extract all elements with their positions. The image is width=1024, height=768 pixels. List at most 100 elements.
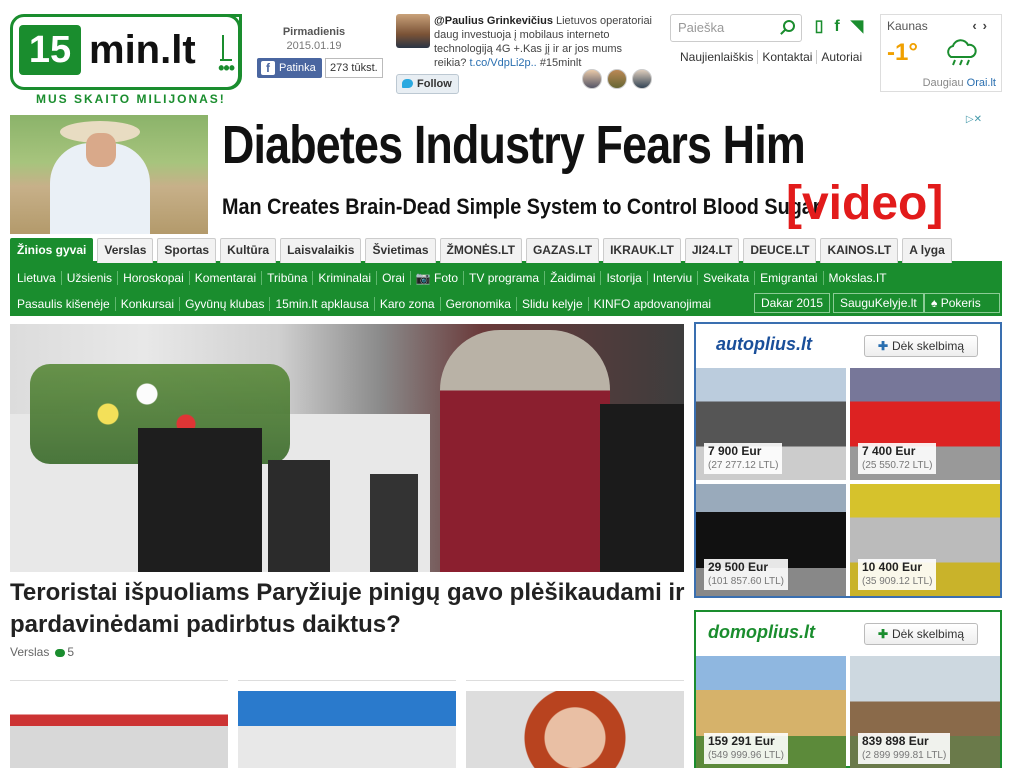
sub-nav-link[interactable]: Mokslas.IT: [824, 271, 892, 285]
nav-tab[interactable]: A lyga: [902, 238, 952, 263]
sub-nav-link[interactable]: Slidu kelyje: [517, 297, 589, 311]
top-links: Naujienlaiškis Kontaktai Autoriai: [676, 50, 866, 64]
nav-tab[interactable]: Verslas: [97, 238, 154, 263]
add-listing-button[interactable]: ✚ Dėk skelbimą: [864, 623, 978, 645]
domoplius-logo[interactable]: domoplius.lt: [708, 622, 815, 643]
nav-tab[interactable]: KAINOS.LT: [820, 238, 899, 263]
sub-nav-link[interactable]: TV programa: [464, 271, 546, 285]
author-avatar[interactable]: [607, 69, 627, 89]
sub-nav-link[interactable]: Emigrantai: [755, 271, 824, 285]
sub-nav-link[interactable]: Lietuva: [12, 271, 62, 285]
sub-nav-link[interactable]: Horoskopai: [118, 271, 190, 285]
sub-nav-link[interactable]: Sveikata: [698, 271, 756, 285]
comment-count[interactable]: 5: [67, 645, 74, 659]
facebook-icon: f: [261, 61, 275, 75]
sub-nav-link[interactable]: Pasaulis kišenėje: [12, 297, 116, 311]
logo-text: min.lt: [89, 28, 196, 72]
rss-icon[interactable]: ◥: [850, 18, 864, 36]
date: 2015.01.19: [286, 40, 342, 52]
main-story-image[interactable]: [10, 324, 684, 572]
sub-nav-link[interactable]: Žaidimai: [545, 271, 602, 285]
weather-nav-arrows[interactable]: ‹›: [972, 18, 993, 33]
sub-nav-link[interactable]: Interviu: [648, 271, 699, 285]
main-headline[interactable]: Teroristai išpuoliams Paryžiuje pinigų g…: [10, 577, 690, 641]
search-input[interactable]: Paieška: [670, 14, 802, 42]
sub-nav-row: Pasaulis kišenėje Konkursai Gyvūnų klubas 1…: [12, 291, 716, 317]
nav-tab[interactable]: Švietimas: [365, 238, 436, 263]
car-listing[interactable]: 29 500 Eur (101 857.60 LTL): [696, 484, 846, 596]
sub-nav-link[interactable]: Komentarai: [190, 271, 263, 285]
weekday: Pirmadienis: [282, 26, 346, 38]
sub-nav-link[interactable]: 15min.lt apklausa: [270, 297, 375, 311]
tweet-link[interactable]: t.co/VdpLi2p..: [469, 57, 536, 69]
sub-nav-link[interactable]: Kriminalai: [313, 271, 378, 285]
tweet-author[interactable]: @Paulius Grinkevičius: [434, 15, 553, 27]
comment-icon: [55, 648, 66, 657]
weather-city: Kaunas: [887, 19, 928, 33]
weather-widget: Kaunas ‹› -1° Daugiau Orai.lt: [880, 14, 1002, 92]
sub-nav-link[interactable]: Karo zona: [375, 297, 441, 311]
author-avatar[interactable]: [582, 69, 602, 89]
story-meta: Verslas 5: [10, 645, 74, 659]
nav-tab[interactable]: DEUCE.LT: [743, 238, 817, 263]
twitter-bird-icon: [402, 79, 413, 88]
tweet-author-avatar[interactable]: [396, 14, 430, 48]
sub-nav-link[interactable]: Konkursai: [116, 297, 181, 311]
mobile-icon[interactable]: ▯: [812, 18, 826, 36]
ad-choices-icon[interactable]: ▷✕: [950, 114, 982, 128]
sub-nav-link[interactable]: Orai: [377, 271, 411, 285]
facebook-icon[interactable]: f: [830, 18, 844, 36]
ad-title[interactable]: Diabetes Industry Fears Him: [222, 114, 806, 176]
sub-nav-link[interactable]: 📷 Foto: [411, 271, 465, 285]
tweet-hashtag[interactable]: #15minlt: [540, 57, 582, 69]
nav-tab[interactable]: Žinios gyvai: [10, 238, 94, 263]
main-nav-tabs: Žinios gyvai Verslas Sportas Kultūra Laisval…: [10, 238, 1002, 264]
nav-tab[interactable]: IKRAUK.LT: [603, 238, 681, 263]
facebook-like-count: 273 tūkst.: [325, 58, 383, 78]
nav-tab[interactable]: Sportas: [157, 238, 217, 263]
car-listing[interactable]: 7 400 Eur (25 550.72 LTL): [850, 368, 1000, 480]
clock-icon: •••: [199, 14, 241, 90]
story-category[interactable]: Verslas: [10, 645, 49, 659]
sub-nav-link[interactable]: Istorija: [601, 271, 648, 285]
authors-link[interactable]: Autoriai: [817, 50, 866, 64]
sub-nav-link[interactable]: Tribūna: [262, 271, 314, 285]
author-avatar[interactable]: [632, 69, 652, 89]
weather-more-link[interactable]: Daugiau Orai.lt: [923, 77, 996, 89]
twitter-follow-button[interactable]: Follow: [396, 74, 459, 94]
house-listing[interactable]: 159 291 Eur (549 999.96 LTL): [696, 656, 846, 768]
nav-tab[interactable]: Kultūra: [220, 238, 277, 263]
add-listing-button[interactable]: ✚ Dėk skelbimą: [864, 335, 978, 357]
contacts-link[interactable]: Kontaktai: [758, 50, 818, 64]
nav-tab[interactable]: GAZAS.LT: [525, 238, 600, 263]
story-thumbnail[interactable]: [238, 680, 456, 768]
sub-nav-link[interactable]: Užsienis: [62, 271, 119, 285]
house-listing[interactable]: 839 898 Eur (2 899 999.81 LTL): [850, 656, 1000, 768]
site-logo[interactable]: 15 min.lt •••: [10, 14, 242, 90]
ad-image[interactable]: [10, 115, 208, 234]
ad-video-label[interactable]: [video]: [786, 176, 943, 232]
sub-nav-link[interactable]: KINFO apdovanojimai: [589, 297, 716, 311]
autoplius-logo[interactable]: autoplius.lt: [716, 334, 812, 355]
tweet: @Paulius Grinkevičius Lietuvos operatori…: [434, 14, 656, 70]
car-listing[interactable]: 10 400 Eur (35 909.12 LTL): [850, 484, 1000, 596]
facebook-like-button[interactable]: f Patinka: [257, 58, 322, 78]
car-listing[interactable]: 7 900 Eur (27 277.12 LTL): [696, 368, 846, 480]
dakar-button[interactable]: Dakar 2015: [754, 293, 831, 313]
story-thumbnail[interactable]: [466, 680, 684, 768]
search-icon[interactable]: [783, 20, 795, 32]
nav-tab[interactable]: Laisvalaikis: [280, 238, 362, 263]
weather-temp: -1°: [887, 39, 918, 66]
sub-nav-link[interactable]: Geronomika: [441, 297, 517, 311]
ad-subtitle[interactable]: Man Creates Brain-Dead Simple System to …: [222, 194, 821, 220]
sub-nav: Lietuva Užsienis Horoskopai Komentarai Tribū…: [10, 264, 1002, 316]
slogan: MUS SKAITO MILIJONAS!: [36, 92, 226, 106]
newsletter-link[interactable]: Naujienlaiškis: [676, 50, 759, 64]
nav-tab[interactable]: JI24.LT: [684, 238, 740, 263]
autoplius-ad: autoplius.lt ✚ Dėk skelbimą 7 900 Eur (27 …: [694, 322, 1002, 598]
poker-button[interactable]: ♠ Pokeris: [924, 293, 1000, 313]
nav-tab[interactable]: ŽMONĖS.LT: [439, 238, 522, 263]
sub-nav-link[interactable]: Gyvūnų klubas: [180, 297, 271, 311]
saugukelyje-button[interactable]: SauguKelyje.lt: [833, 293, 924, 313]
story-thumbnail[interactable]: [10, 680, 228, 768]
